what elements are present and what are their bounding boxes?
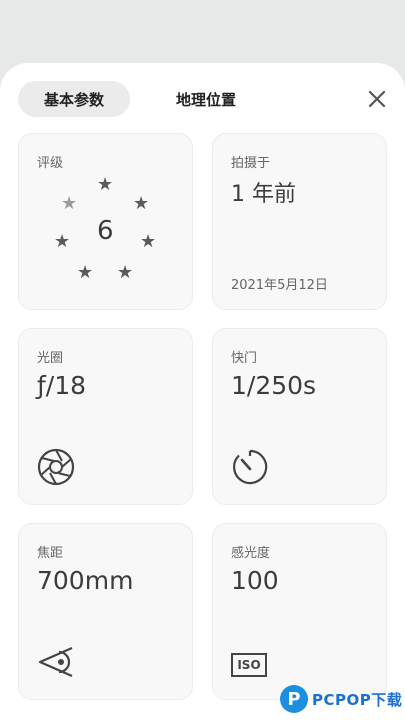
iso-label: 感光度	[231, 546, 271, 561]
watermark-logo: P	[280, 685, 308, 713]
taken-value: 1 年前	[231, 182, 296, 207]
star-icon: ★	[133, 193, 150, 214]
iso-value: 100	[231, 566, 279, 595]
watermark: P PCPOP下载	[280, 683, 404, 715]
focal-value: 700mm	[37, 566, 134, 595]
aperture-label: 光圈	[37, 351, 64, 366]
aperture-value: ƒ/18	[37, 371, 87, 400]
shutter-card: 快门 1/250s	[212, 328, 387, 505]
timer-icon	[231, 448, 269, 486]
star-icon: ★	[117, 262, 134, 283]
star-icon: ★	[77, 262, 94, 283]
close-icon[interactable]	[364, 86, 390, 112]
aperture-icon	[37, 448, 75, 486]
star-empty-icon: ★	[61, 193, 78, 214]
shutter-value: 1/250s	[231, 371, 317, 400]
rating-card: 评级 ★ ★ ★ ★ ★ ★ ★ 6	[18, 133, 193, 310]
iso-icon-text: ISO	[231, 653, 267, 677]
tab-location[interactable]: 地理位置	[150, 81, 262, 117]
tab-basic-params[interactable]: 基本参数	[18, 81, 130, 117]
taken-date: 2021年5月12日	[231, 278, 328, 293]
star-icon: ★	[97, 174, 114, 195]
iso-icon: ISO	[231, 653, 267, 679]
rating-label: 评级	[37, 156, 64, 171]
taken-label: 拍摄于	[231, 156, 271, 171]
star-icon: ★	[140, 231, 157, 252]
eye-view-icon	[37, 643, 75, 681]
focal-card: 焦距 700mm	[18, 523, 193, 700]
aperture-card: 光圈 ƒ/18	[18, 328, 193, 505]
star-icon: ★	[54, 231, 71, 252]
watermark-text: PCPOP下载	[312, 690, 403, 709]
taken-card: 拍摄于 1 年前 2021年5月12日	[212, 133, 387, 310]
focal-label: 焦距	[37, 546, 64, 561]
rating-value: 6	[97, 216, 114, 246]
shutter-label: 快门	[231, 351, 258, 366]
iso-card: 感光度 100 ISO	[212, 523, 387, 700]
